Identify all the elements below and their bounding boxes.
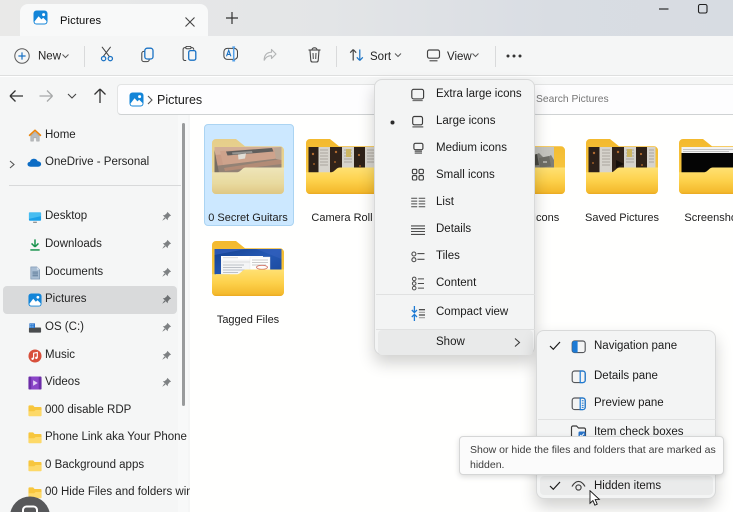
- svg-text:Sort: Sort: [370, 51, 392, 63]
- svg-text:New: New: [38, 51, 62, 63]
- svg-text:View: View: [447, 51, 472, 63]
